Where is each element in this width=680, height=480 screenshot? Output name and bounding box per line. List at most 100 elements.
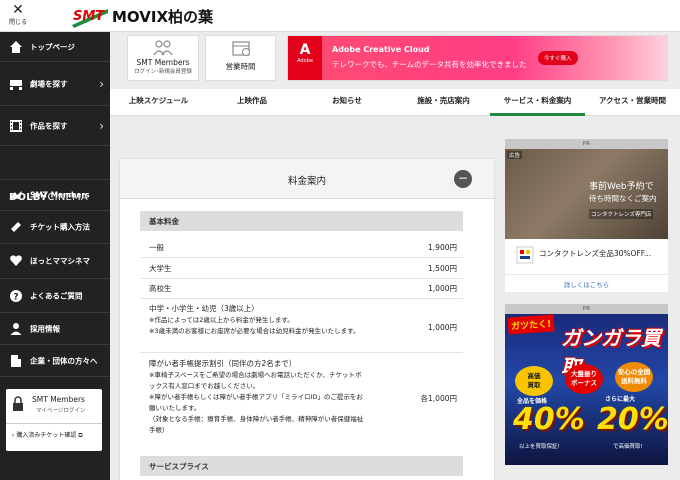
price-value: 1,900円 <box>428 243 457 252</box>
members-login-tile[interactable]: SMT Members ログイン･新規会員登録 <box>127 35 199 81</box>
adobe-brand: Adobe <box>297 58 313 64</box>
logo-text: SMT <box>73 9 105 24</box>
chevron-right-icon: › <box>99 76 104 91</box>
section-title: 基本料金 <box>149 217 179 226</box>
collapse-button[interactable]: − <box>454 170 472 188</box>
ad-shop-label[interactable]: コンタクトレンズ全品30%OFF... <box>539 248 651 259</box>
sidebar-item-label: 企業・団体の方々へ <box>30 356 98 365</box>
tab-facilities[interactable]: 施設・売店案内 <box>397 89 490 116</box>
ad-feature-badge: 高価 買取 <box>515 366 553 396</box>
banner-body: テレワークでも、チームのデータ共有を効率化できました <box>332 60 527 69</box>
tab-films[interactable]: 上映作品 <box>207 89 297 116</box>
purchased-tickets-label: 購入済みチケット確認 <box>16 432 77 439</box>
sidebar-item-films[interactable]: 作品を探す › <box>0 106 110 146</box>
adobe-logo: A Adobe <box>288 36 322 80</box>
banner-headline: Adobe Creative Cloud <box>332 45 430 54</box>
sidebar-item-corporate[interactable]: 企業・団体の方々へ <box>0 345 110 377</box>
sidebar-item-label: トップページ <box>30 42 75 51</box>
business-hours-tile[interactable]: 営業時間 <box>205 35 276 81</box>
close-icon: ✕ <box>12 2 24 18</box>
section-title: サービスプライス <box>149 462 209 471</box>
pr-label: PR <box>505 304 668 314</box>
price-note: ※3歳未満のお客様にお座席が必要な場合は幼児料金が発生いたします。 <box>149 326 359 337</box>
tile-subtitle: ログイン･新規会員登録 <box>134 69 192 75</box>
tab-schedule[interactable]: 上映スケジュール <box>110 89 207 116</box>
ad-percent: 20% <box>597 402 668 437</box>
price-label: 高校生 <box>149 284 172 293</box>
heart-icon <box>10 255 22 266</box>
top-header: ✕ 閉じる SMT MOVIX柏の葉 <box>0 0 680 32</box>
smt-logo[interactable]: SMT <box>70 3 110 29</box>
question-icon: ? <box>10 289 22 302</box>
price-row: 一般 1,900円 <box>140 237 463 258</box>
sidebar-item-ticket[interactable]: チケット購入方法 <box>0 211 110 244</box>
sidebar: トップページ 劇場を探す › 作品を探す › DOLBYCINEMA SMT M… <box>0 32 110 480</box>
price-value: 1,000円 <box>428 284 457 293</box>
tab-services-pricing[interactable]: サービス・料金案内 <box>490 89 585 116</box>
sidebar-item-faq[interactable]: ? よくあるご質問 <box>0 279 110 313</box>
theater-icon <box>10 79 22 90</box>
adobe-a-icon: A <box>299 42 311 58</box>
chevron-right-icon: › <box>99 118 104 133</box>
lock-icon <box>13 396 23 411</box>
price-label: 大学生 <box>149 264 172 273</box>
price-value: 各1,000円 <box>420 394 457 403</box>
adobe-banner-ad[interactable]: A Adobe Adobe Creative Cloud テレワークでも、チーム… <box>287 35 668 81</box>
pricing-card: 料金案内 − 基本料金 一般 1,900円 大学生 1,500円 高校生 1,0… <box>120 159 494 480</box>
ad-feature-badge: 安心の全国 送料無料 <box>615 362 653 392</box>
sidebar-item-label: SMT Members <box>30 190 90 200</box>
ad-logo: ガツたく! <box>507 314 555 335</box>
ad-caption: 以上を買取保証! <box>519 444 560 450</box>
tab-news[interactable]: お知らせ <box>297 89 397 116</box>
sidebar-item-mama-cinema[interactable]: ほっとママシネマ <box>0 244 110 279</box>
ad-badge: 広告 <box>507 151 523 159</box>
member-box-subtitle: マイページログイン <box>36 408 86 414</box>
banner-cta-button[interactable]: 今すぐ購入 <box>538 51 578 65</box>
price-note: ックス有人窓口までお越しください。 <box>149 382 260 390</box>
members-icon <box>153 40 173 56</box>
member-login-box[interactable]: SMT Members マイページログイン › 購入済みチケット確認 ⧉ <box>6 389 102 451</box>
sidebar-item-members[interactable]: SMT Members <box>0 179 110 211</box>
price-label: 障がい者手帳提示割引（同伴の方2名まで） <box>149 359 297 368</box>
home-icon <box>10 40 22 53</box>
price-note-part: す。 <box>347 327 360 335</box>
ad-line: コンタクトレンズ専門店 <box>589 209 654 219</box>
sidebar-item-label: よくあるご質問 <box>30 291 83 300</box>
gangara-kaitori-ad[interactable]: ガツたく! ガンガラ買取 高価 買取 大盤振り ボーナス 安心の全国 送料無料 … <box>505 314 668 465</box>
sidebar-item-recruit[interactable]: 採用情報 <box>0 313 110 345</box>
person-icon <box>10 322 22 335</box>
ad-more-link[interactable]: 詳しくはこちら <box>505 274 668 292</box>
ad-line: 待ち時間なくご案内 <box>589 194 657 203</box>
price-row: 大学生 1,500円 <box>140 258 463 279</box>
price-row: 高校生 1,000円 <box>140 279 463 299</box>
price-value: 1,000円 <box>428 323 457 332</box>
close-button[interactable]: ✕ 閉じる <box>6 3 30 29</box>
purchased-tickets-link[interactable]: › 購入済みチケット確認 ⧉ <box>12 430 83 440</box>
ad-line: 事前Web予約で <box>589 182 654 192</box>
calendar-icon <box>231 41 250 56</box>
building-icon <box>11 354 21 367</box>
price-note: （対象となる手帳：療育手帳、身体障がい者手帳、精神障がい者保健福祉 <box>149 415 364 423</box>
sidebar-item-label: 劇場を探す <box>30 79 68 88</box>
pricing-title: 料金案内 <box>287 176 326 187</box>
contact-lens-ad[interactable]: 広告 事前Web予約で 待ち時間なくご案内 コンタクトレンズ専門店 コンタクトレ… <box>505 149 668 292</box>
price-note: ※車椅子スペースをご希望の場合は劇場へお電話いただくか、チケットボ <box>149 371 362 379</box>
divider <box>6 423 102 424</box>
sidebar-item-label: 採用情報 <box>30 324 60 333</box>
tile-title: 営業時間 <box>225 62 256 71</box>
shop-logo-icon <box>516 246 534 264</box>
price-value: 1,500円 <box>428 264 457 273</box>
price-note: 手帳） <box>149 426 169 434</box>
section-header-basic: 基本料金 <box>140 211 463 231</box>
sidebar-item-label: 作品を探す <box>30 121 68 130</box>
film-icon <box>10 119 22 132</box>
ad-percent: 40% <box>513 402 585 437</box>
pricing-card-header[interactable]: 料金案内 − <box>120 159 494 199</box>
tile-title: SMT Members <box>136 58 190 67</box>
sidebar-item-theaters[interactable]: 劇場を探す › <box>0 62 110 106</box>
ticket-icon <box>11 222 21 232</box>
tab-access-hours[interactable]: アクセス・営業時間 <box>585 89 680 116</box>
price-label-block: 障がい者手帳提示割引（同伴の方2名まで） ※車椅子スペースをご希望の場合は劇場へ… <box>149 358 363 436</box>
sidebar-item-top[interactable]: トップページ <box>0 32 110 62</box>
price-label: 一般 <box>149 243 164 252</box>
